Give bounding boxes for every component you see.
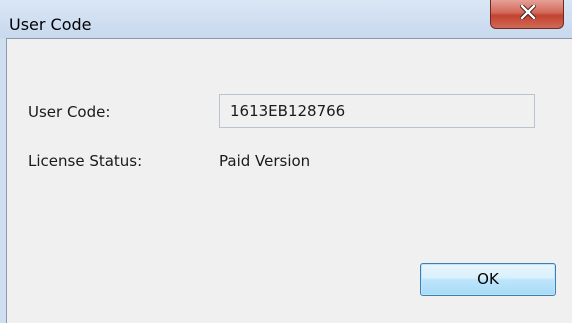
user-code-label: User Code: [28, 103, 111, 121]
license-status-value: Paid Version [219, 152, 311, 170]
dialog-window: User Code User Code: 1613EB128766 Licens… [0, 0, 572, 323]
ok-button[interactable]: OK [420, 263, 556, 296]
dialog-body: User Code: 1613EB128766 License Status: … [6, 38, 572, 323]
license-status-label: License Status: [28, 152, 143, 170]
close-icon [520, 5, 536, 19]
window-title: User Code [9, 15, 92, 34]
user-code-field[interactable]: 1613EB128766 [219, 94, 535, 128]
close-button[interactable] [490, 0, 564, 29]
title-bar[interactable]: User Code [0, 0, 572, 38]
